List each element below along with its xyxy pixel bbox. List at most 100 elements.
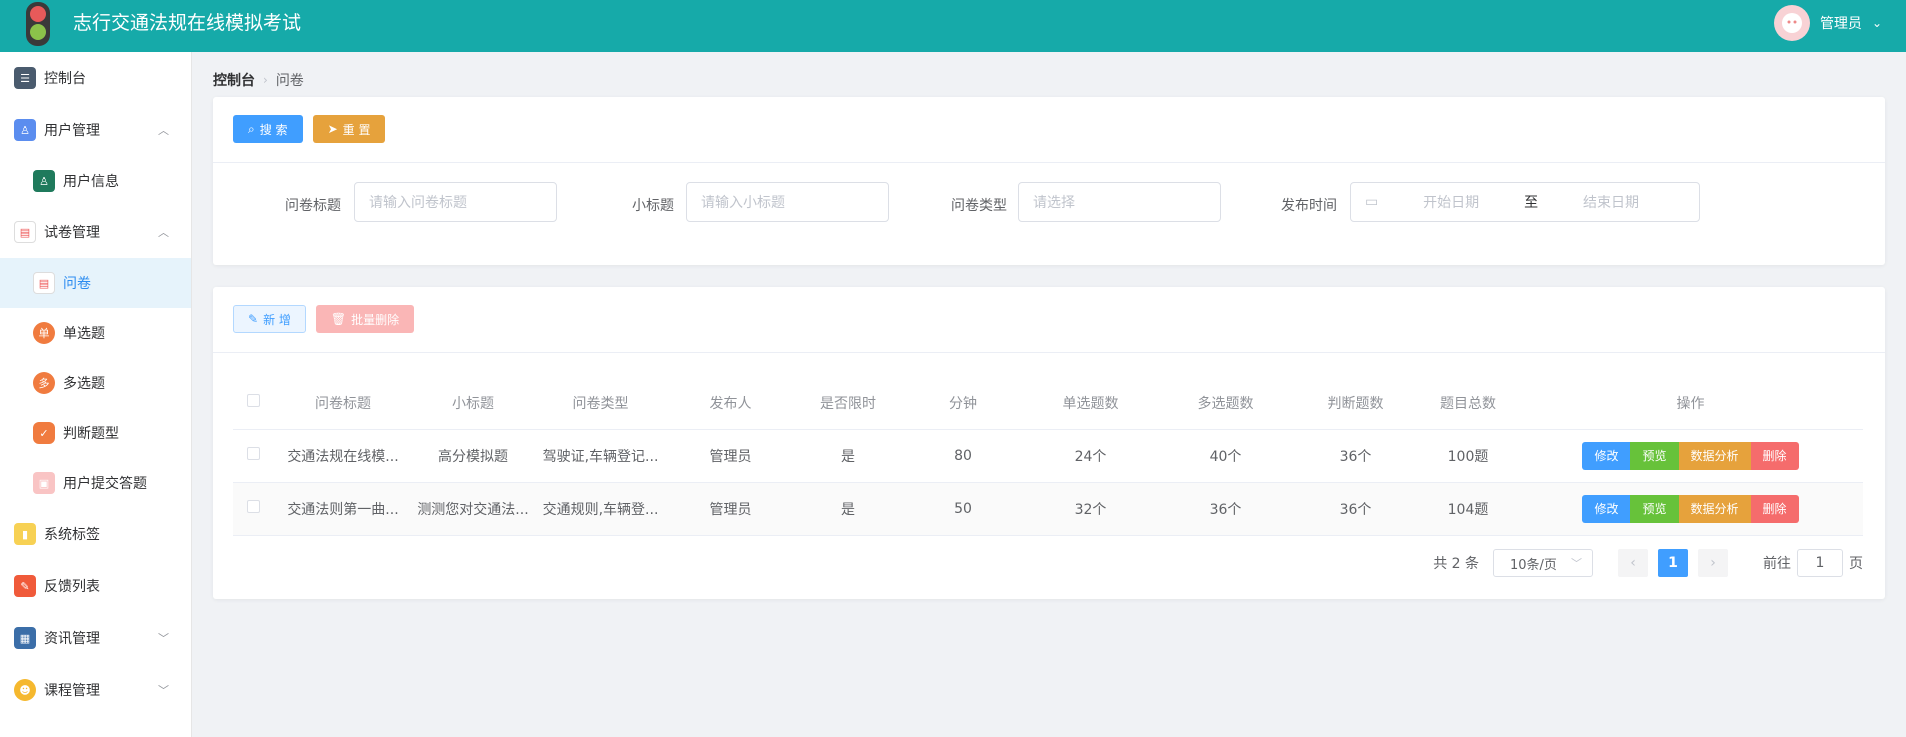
avatar bbox=[1773, 5, 1810, 41]
table-cell: 测测您对交通法... bbox=[413, 482, 533, 536]
goto-suffix: 页 bbox=[1849, 556, 1863, 572]
sidebar-item-user-info[interactable]: ♙ 用户信息 bbox=[0, 156, 191, 206]
type-select[interactable]: 请选择 bbox=[1018, 182, 1221, 222]
table-cell: 管理员 bbox=[668, 482, 793, 536]
column-header: 单选题数 bbox=[1023, 377, 1158, 430]
row-checkbox[interactable] bbox=[246, 500, 260, 513]
date-start[interactable]: 开始日期 bbox=[1423, 192, 1479, 212]
table-cell: 24个 bbox=[1023, 429, 1158, 483]
delete-button[interactable]: 删除 bbox=[1750, 441, 1799, 470]
user-name: 管理员 bbox=[1819, 16, 1862, 32]
date-separator: 至 bbox=[1524, 195, 1539, 211]
row-checkbox[interactable] bbox=[246, 447, 260, 460]
subtitle-input[interactable]: 请输入小标题 bbox=[686, 182, 889, 222]
send-icon: ➤ bbox=[327, 122, 338, 136]
sidebar-item-judge[interactable]: ✓ 判断题型 bbox=[0, 408, 191, 458]
column-header: 问卷标题 bbox=[273, 377, 413, 430]
tag-icon: ▮ bbox=[14, 523, 36, 545]
date-range-picker[interactable]: ▭ 开始日期 至 结束日期 bbox=[1350, 182, 1700, 222]
sidebar-item-user-submit[interactable]: ▣ 用户提交答题 bbox=[0, 458, 191, 508]
page-size-value: 10条/页 bbox=[1510, 557, 1557, 573]
reset-button[interactable]: ➤ 重 置 bbox=[312, 115, 386, 143]
user-submit-icon: ▣ bbox=[33, 472, 55, 494]
sidebar-item-label: 控制台 bbox=[44, 71, 86, 87]
column-header: 题目总数 bbox=[1418, 377, 1518, 430]
sidebar-item-tags[interactable]: ▮ 系统标签 bbox=[0, 508, 191, 560]
breadcrumb: 控制台 › 问卷 bbox=[213, 70, 304, 90]
traffic-light-logo bbox=[22, 2, 54, 46]
sidebar-item-label: 资讯管理 bbox=[44, 631, 100, 647]
multi-choice-icon: 多 bbox=[33, 372, 55, 394]
table-card: ✎ 新 增 🗑 批量删除 问卷标题 小标题 问卷类型 发布人 是否限时 分钟 单… bbox=[213, 287, 1885, 599]
column-header: 问卷类型 bbox=[533, 377, 668, 430]
chevron-up-icon: ︿ bbox=[158, 124, 169, 137]
sidebar-item-label: 单选题 bbox=[63, 326, 105, 342]
select-all-checkbox[interactable] bbox=[246, 394, 260, 408]
user-info-icon: ♙ bbox=[33, 170, 55, 192]
table-cell: 驾驶证,车辆登记... bbox=[533, 429, 668, 483]
edit-button[interactable]: 修改 bbox=[1582, 494, 1631, 523]
sidebar: ☰ 控制台 ♙ 用户管理 ︿ ♙ 用户信息 ▤ 试卷管理 ︿ ▤ 问卷 单 单选… bbox=[0, 52, 192, 737]
edit-button[interactable]: 修改 bbox=[1582, 441, 1631, 470]
sidebar-item-multi-choice[interactable]: 多 多选题 bbox=[0, 358, 191, 408]
sidebar-item-user-mgmt[interactable]: ♙ 用户管理 ︿ bbox=[0, 104, 191, 156]
feedback-icon: ✎ bbox=[14, 575, 36, 597]
dashboard-icon: ☰ bbox=[14, 67, 36, 89]
chevron-right-icon: › bbox=[1710, 555, 1716, 571]
page-number-current[interactable]: 1 bbox=[1658, 549, 1688, 577]
preview-button[interactable]: 预览 bbox=[1630, 494, 1679, 523]
prev-page-button[interactable]: ‹ bbox=[1618, 549, 1648, 577]
table-cell: 104题 bbox=[1418, 482, 1518, 536]
batch-delete-label: 批量删除 bbox=[351, 312, 400, 327]
user-menu[interactable]: 管理员 ⌄ bbox=[1773, 0, 1882, 46]
chevron-down-icon: ⌄ bbox=[1871, 16, 1882, 30]
sidebar-item-questionnaire[interactable]: ▤ 问卷 bbox=[0, 258, 191, 308]
pagination: 共 2 条 10条/页 ﹀ ‹ 1 › 前往 1 页 bbox=[1433, 549, 1863, 577]
row-actions: 修改 预览 数据分析 删除 bbox=[1518, 429, 1863, 483]
sidebar-item-news[interactable]: ▦ 资讯管理 ﹀ bbox=[0, 612, 191, 664]
column-header: 多选题数 bbox=[1158, 377, 1293, 430]
table-cell: 是 bbox=[793, 429, 903, 483]
next-page-button[interactable]: › bbox=[1698, 549, 1728, 577]
analysis-button[interactable]: 数据分析 bbox=[1678, 441, 1751, 470]
chevron-left-icon: ‹ bbox=[1630, 555, 1636, 571]
row-select-cell bbox=[233, 482, 273, 536]
sidebar-item-feedback[interactable]: ✎ 反馈列表 bbox=[0, 560, 191, 612]
table-cell: 管理员 bbox=[668, 429, 793, 483]
sidebar-item-label: 多选题 bbox=[63, 376, 105, 392]
action-group: 修改 预览 数据分析 删除 bbox=[1582, 494, 1799, 523]
table-cell: 100题 bbox=[1418, 429, 1518, 483]
add-button[interactable]: ✎ 新 增 bbox=[233, 305, 306, 333]
search-card: ⌕ 搜 索 ➤ 重 置 问卷标题 请输入问卷标题 小标题 请输入小标题 问卷类型… bbox=[213, 97, 1885, 265]
page-size-select[interactable]: 10条/页 ﹀ bbox=[1493, 549, 1593, 577]
breadcrumb-current: 问卷 bbox=[275, 73, 304, 89]
title-input[interactable]: 请输入问卷标题 bbox=[354, 182, 557, 222]
column-header: 分钟 bbox=[903, 377, 1023, 430]
analysis-button[interactable]: 数据分析 bbox=[1678, 494, 1751, 523]
sidebar-item-dashboard[interactable]: ☰ 控制台 bbox=[0, 52, 191, 104]
table-cell: 36个 bbox=[1293, 429, 1418, 483]
breadcrumb-root[interactable]: 控制台 bbox=[213, 70, 255, 90]
column-header: 发布人 bbox=[668, 377, 793, 430]
sidebar-item-courses[interactable]: ☻ 课程管理 ﹀ bbox=[0, 664, 191, 716]
search-button[interactable]: ⌕ 搜 索 bbox=[233, 115, 303, 143]
table-cell: 交通法则第一曲... bbox=[273, 482, 413, 536]
delete-button[interactable]: 删除 bbox=[1750, 494, 1799, 523]
questionnaire-icon: ▤ bbox=[33, 272, 55, 294]
judge-icon: ✓ bbox=[33, 422, 55, 444]
preview-button[interactable]: 预览 bbox=[1630, 441, 1679, 470]
search-icon: ⌕ bbox=[248, 121, 255, 136]
table-cell: 交通法规在线模... bbox=[273, 429, 413, 483]
chevron-down-icon: ﹀ bbox=[158, 684, 169, 697]
sidebar-item-single-choice[interactable]: 单 单选题 bbox=[0, 308, 191, 358]
date-end[interactable]: 结束日期 bbox=[1583, 192, 1639, 212]
date-label: 发布时间 bbox=[1281, 198, 1337, 214]
sidebar-item-paper-mgmt[interactable]: ▤ 试卷管理 ︿ bbox=[0, 206, 191, 258]
news-icon: ▦ bbox=[14, 627, 36, 649]
column-header: 是否限时 bbox=[793, 377, 903, 430]
batch-delete-button[interactable]: 🗑 批量删除 bbox=[315, 305, 415, 333]
table-cell: 高分模拟题 bbox=[413, 429, 533, 483]
course-icon: ☻ bbox=[14, 679, 36, 701]
table-header-row: 问卷标题 小标题 问卷类型 发布人 是否限时 分钟 单选题数 多选题数 判断题数… bbox=[233, 377, 1863, 430]
goto-page-input[interactable]: 1 bbox=[1797, 549, 1843, 577]
